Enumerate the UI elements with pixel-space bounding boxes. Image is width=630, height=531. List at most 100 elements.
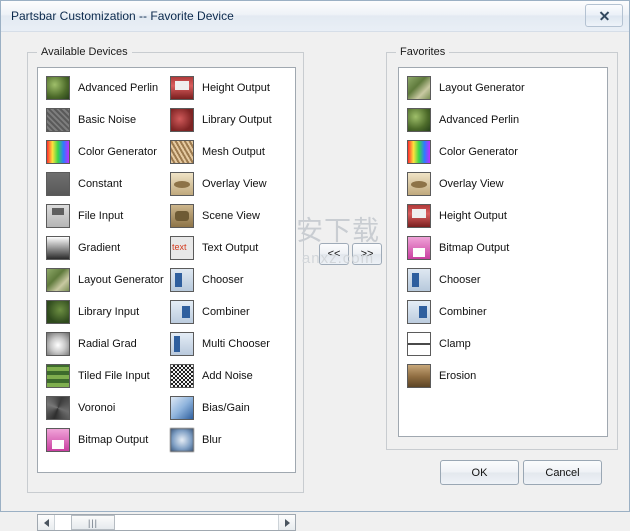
list-item[interactable]: Chooser [166, 264, 272, 296]
list-item[interactable]: Advanced Perlin [42, 72, 164, 104]
available-column-1: Advanced Perlin Basic Noise Color Generato… [42, 72, 164, 456]
add-to-favorites-button[interactable]: << [319, 243, 349, 265]
list-item[interactable]: Radial Grad [42, 328, 164, 360]
constant-icon [46, 172, 70, 196]
available-item-label: Add Noise [202, 370, 253, 382]
file-input-icon [46, 204, 70, 228]
ok-button[interactable]: OK [440, 460, 519, 485]
remove-from-favorites-button[interactable]: >> [352, 243, 382, 265]
list-item[interactable]: Text Output [166, 232, 272, 264]
multi-chooser-icon [170, 332, 194, 356]
list-item[interactable]: Voronoi [42, 392, 164, 424]
list-item[interactable]: Chooser [403, 264, 525, 296]
close-icon [599, 10, 610, 21]
favorite-item-label: Clamp [439, 338, 471, 350]
bitmap-output-icon [407, 236, 431, 260]
list-item[interactable]: Height Output [403, 200, 525, 232]
list-item[interactable]: Add Noise [166, 360, 272, 392]
close-button[interactable] [585, 4, 623, 27]
erosion-icon [407, 364, 431, 388]
list-item[interactable]: Scene View [166, 200, 272, 232]
list-item[interactable]: Height Output [166, 72, 272, 104]
list-item[interactable]: Combiner [403, 296, 525, 328]
list-item[interactable]: Erosion [403, 360, 525, 392]
list-item[interactable]: Layout Generator [403, 72, 525, 104]
library-output-icon [170, 108, 194, 132]
available-item-label: Bias/Gain [202, 402, 250, 414]
scroll-right-button[interactable] [278, 515, 295, 530]
available-item-label: Scene View [202, 210, 260, 222]
chooser-icon [407, 268, 431, 292]
height-output-icon [407, 204, 431, 228]
chooser-icon [170, 268, 194, 292]
available-devices-list[interactable]: Advanced Perlin Basic Noise Color Generato… [37, 67, 296, 473]
advanced-perlin-icon [46, 76, 70, 100]
library-input-icon [46, 300, 70, 324]
height-output-icon [170, 76, 194, 100]
available-item-label: Library Output [202, 114, 272, 126]
available-item-label: Color Generator [78, 146, 157, 158]
list-item[interactable]: Gradient [42, 232, 164, 264]
combiner-icon [170, 300, 194, 324]
favorites-list[interactable]: Layout Generator Advanced Perlin Color Gen… [398, 67, 608, 437]
list-item[interactable]: Constant [42, 168, 164, 200]
cancel-button[interactable]: Cancel [523, 460, 602, 485]
list-item[interactable]: Library Output [166, 104, 272, 136]
list-item[interactable]: Multi Chooser [166, 328, 272, 360]
chevron-left-icon [43, 518, 49, 527]
favorite-item-label: Height Output [439, 210, 507, 222]
voronoi-icon [46, 396, 70, 420]
list-item[interactable]: Tiled File Input [42, 360, 164, 392]
favorite-item-label: Chooser [439, 274, 481, 286]
favorites-group: Favorites Layout Generator Advanced Perli… [386, 46, 618, 450]
list-item[interactable]: Color Generator [403, 136, 525, 168]
available-item-label: Radial Grad [78, 338, 137, 350]
list-item[interactable]: Combiner [166, 296, 272, 328]
favorite-item-label: Advanced Perlin [439, 114, 520, 126]
combiner-icon [407, 300, 431, 324]
list-item[interactable]: Blur [166, 424, 272, 456]
available-item-label: Constant [78, 178, 123, 190]
list-item[interactable]: Bias/Gain [166, 392, 272, 424]
available-item-label: Advanced Perlin [78, 82, 159, 94]
available-item-label: Combiner [202, 306, 250, 318]
list-item[interactable]: Advanced Perlin [403, 104, 525, 136]
blur-icon [170, 428, 194, 452]
available-item-label: Library Input [78, 306, 140, 318]
list-item[interactable]: Library Input [42, 296, 164, 328]
list-item[interactable]: Layout Generator [42, 264, 164, 296]
list-item[interactable]: Mesh Output [166, 136, 272, 168]
bias-gain-icon [170, 396, 194, 420]
list-item[interactable]: Color Generator [42, 136, 164, 168]
available-item-label: File Input [78, 210, 124, 222]
available-item-label: Blur [202, 434, 222, 446]
color-generator-icon [46, 140, 70, 164]
clamp-icon [407, 332, 431, 356]
advanced-perlin-icon [407, 108, 431, 132]
available-devices-group: Available Devices Advanced Perlin Basic N… [27, 46, 304, 531]
scrollbar-thumb[interactable]: ||| [71, 515, 115, 530]
list-item[interactable]: Bitmap Output [403, 232, 525, 264]
favorite-item-label: Overlay View [439, 178, 504, 190]
list-item[interactable]: File Input [42, 200, 164, 232]
available-item-label: Bitmap Output [78, 434, 149, 446]
list-item[interactable]: Overlay View [166, 168, 272, 200]
layout-generator-icon [407, 76, 431, 100]
list-item[interactable]: Clamp [403, 328, 525, 360]
scrollbar-track[interactable]: ||| [55, 515, 278, 530]
add-noise-icon [170, 364, 194, 388]
available-item-label: Multi Chooser [202, 338, 270, 350]
text-output-icon [170, 236, 194, 260]
favorite-item-label: Bitmap Output [439, 242, 510, 254]
dialog-window: Partsbar Customization -- Favorite Devic… [0, 0, 630, 531]
list-item[interactable]: Overlay View [403, 168, 525, 200]
scrollbar-grip-icon: ||| [87, 517, 98, 528]
available-item-label: Layout Generator [78, 274, 164, 286]
bitmap-output-icon [46, 428, 70, 452]
list-item[interactable]: Basic Noise [42, 104, 164, 136]
scroll-left-button[interactable] [38, 515, 55, 530]
available-item-label: Basic Noise [78, 114, 137, 126]
available-list-hscrollbar[interactable]: ||| [37, 514, 296, 531]
list-item[interactable]: Bitmap Output [42, 424, 164, 456]
page-title: Partsbar Customization -- Favorite Devic… [11, 9, 234, 23]
